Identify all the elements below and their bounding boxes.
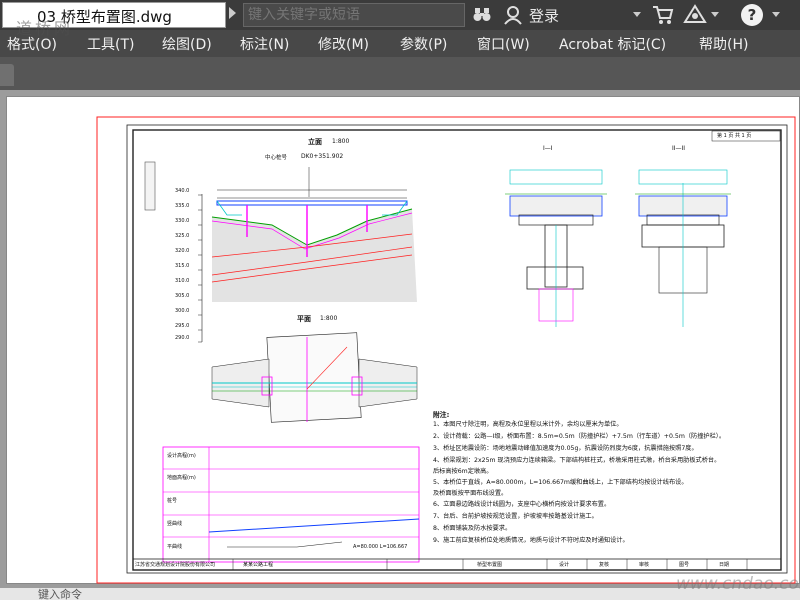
title-block-field: 复核 xyxy=(599,562,610,568)
binoculars-icon[interactable] xyxy=(473,5,491,27)
title-block-field: 审核 xyxy=(639,562,650,568)
elevation-tick: 335.0 xyxy=(175,203,190,209)
page-label: 第 1 页 共 1 页 xyxy=(717,133,752,139)
elevation-tick: 300.0 xyxy=(175,308,190,314)
elevation-tick: 305.0 xyxy=(175,293,190,299)
section-1-title: I—I xyxy=(543,145,553,152)
note-line: 1、本图尺寸除注明，高程及永位里程以米计外，余均以厘米为单位。 xyxy=(433,421,623,428)
center-station: DK0+351.902 xyxy=(301,153,344,160)
title-block-drawing-name: 桥型布置图 xyxy=(477,562,503,568)
center-station-label: 中心桩号 xyxy=(265,155,288,161)
menu-bar: 格式(O) 工具(T) 绘图(D) 标注(N) 修改(M) 参数(P) 窗口(W… xyxy=(0,30,800,57)
title-block-project: 某某公路工程 xyxy=(243,562,274,568)
title-block-field: 设计 xyxy=(559,562,570,568)
plan-title: 平面 xyxy=(297,315,311,323)
title-block-company: 江苏省交通规划设计院股份有限公司 xyxy=(135,562,216,568)
note-line: 8、桥面铺装及防水按要求。 xyxy=(433,525,512,532)
table-row-label: 桩号 xyxy=(167,498,178,504)
help-icon[interactable]: ? xyxy=(741,4,763,26)
elevation-title: 立面 xyxy=(308,138,322,146)
plan-scale: 1:800 xyxy=(320,315,338,322)
watermark-top-left: 道桥网 xyxy=(16,19,74,38)
curve-label: A=80.000 L=106.667 xyxy=(353,544,408,550)
menu-modify[interactable]: 修改(M) xyxy=(318,34,369,54)
note-line: 6、立面悬边路线设计线圆为，支座中心横桥向按设计要求布置。 xyxy=(433,501,611,508)
note-line: 及桥面板按平面布线设置。 xyxy=(433,490,508,497)
command-prompt[interactable]: 键入命令 xyxy=(38,586,82,600)
elevation-tick: 330.0 xyxy=(175,218,190,224)
ribbon-panel xyxy=(0,57,800,90)
title-block-field: 日期 xyxy=(719,562,730,568)
table-row-label: 设计高程(m) xyxy=(167,453,196,459)
notes-title: 附注: xyxy=(433,411,450,419)
menu-parameter[interactable]: 参数(P) xyxy=(400,34,447,54)
note-line: 9、施工前应复核桥位处地质情况，地质与设计不符时应及时通知设计。 xyxy=(433,537,629,544)
elevation-tick: 340.0 xyxy=(175,188,190,194)
note-line: 7、台后、台前护坡按规范设置，护坡坡率按路基设计施工。 xyxy=(433,513,598,520)
menu-acrobat[interactable]: Acrobat 标记(C) xyxy=(559,34,666,54)
elevation-tick: 290.0 xyxy=(175,335,190,341)
menu-draw[interactable]: 绘图(D) xyxy=(162,34,212,54)
table-row-label: 平曲线 xyxy=(167,544,183,550)
table-row-label: 竖曲线 xyxy=(167,521,183,527)
drawing-sheet-svg xyxy=(96,116,796,584)
sheet-tab-strip xyxy=(144,161,156,211)
title-bar: 03 桥型布置图.dwg 登录 xyxy=(0,0,800,30)
exchange-icon[interactable] xyxy=(683,4,707,30)
user-icon[interactable] xyxy=(503,5,523,29)
menu-window[interactable]: 窗口(W) xyxy=(477,34,530,54)
ribbon-collapse-tab[interactable] xyxy=(0,64,14,86)
chevron-down-icon[interactable] xyxy=(772,12,780,17)
watermark-bottom-right: www.cndao.com xyxy=(676,574,800,594)
section-2-title: II—II xyxy=(672,145,686,152)
elevation-tick: 295.0 xyxy=(175,323,190,329)
elevation-scale: 1:800 xyxy=(332,138,350,145)
note-line: 5、本桥位于直线，A=80.000m，L=106.667m缓和曲线上，上下部结构… xyxy=(433,479,688,486)
cad-application-window: 03 桥型布置图.dwg 登录 xyxy=(0,0,800,600)
table-row-label: 地面高程(m) xyxy=(167,475,196,481)
login-label[interactable]: 登录 xyxy=(529,5,559,26)
chevron-down-icon[interactable] xyxy=(633,12,641,17)
elevation-tick: 325.0 xyxy=(175,233,190,239)
title-block-field: 图号 xyxy=(679,562,690,568)
note-line: 2、设计荷载：公路—I级，桥面布置：8.5m=0.5m（防撞护栏）+7.5m（行… xyxy=(433,433,726,440)
elevation-tick: 320.0 xyxy=(175,248,190,254)
menu-help[interactable]: 帮助(H) xyxy=(699,34,748,54)
cart-icon[interactable] xyxy=(652,5,674,29)
note-line: 3、桥址区地震设防：场地地震动峰值加速度为0.05g，抗震设防烈度为6度，抗震措… xyxy=(433,445,698,452)
search-input[interactable] xyxy=(248,6,462,24)
elevation-tick: 310.0 xyxy=(175,278,190,284)
search-box[interactable] xyxy=(243,3,465,27)
chevron-down-icon[interactable] xyxy=(711,12,719,17)
tab-scroll-arrow-icon[interactable] xyxy=(229,7,236,19)
note-line: 4、桥梁规划：2x25m 现浇预应力连续箱梁。下部结构桩柱式，桥墩采用柱式墩，桥… xyxy=(433,457,721,464)
layout-sheet[interactable]: 立面 1:800 中心桩号 DK0+351.902 平面 1:800 I—I I… xyxy=(6,96,800,584)
menu-dimension[interactable]: 标注(N) xyxy=(240,34,289,54)
note-line: 后标高按6m定墩高。 xyxy=(433,468,493,475)
drawing-canvas[interactable]: 立面 1:800 中心桩号 DK0+351.902 平面 1:800 I—I I… xyxy=(0,90,800,600)
menu-tools[interactable]: 工具(T) xyxy=(87,34,134,54)
elevation-tick: 315.0 xyxy=(175,263,190,269)
